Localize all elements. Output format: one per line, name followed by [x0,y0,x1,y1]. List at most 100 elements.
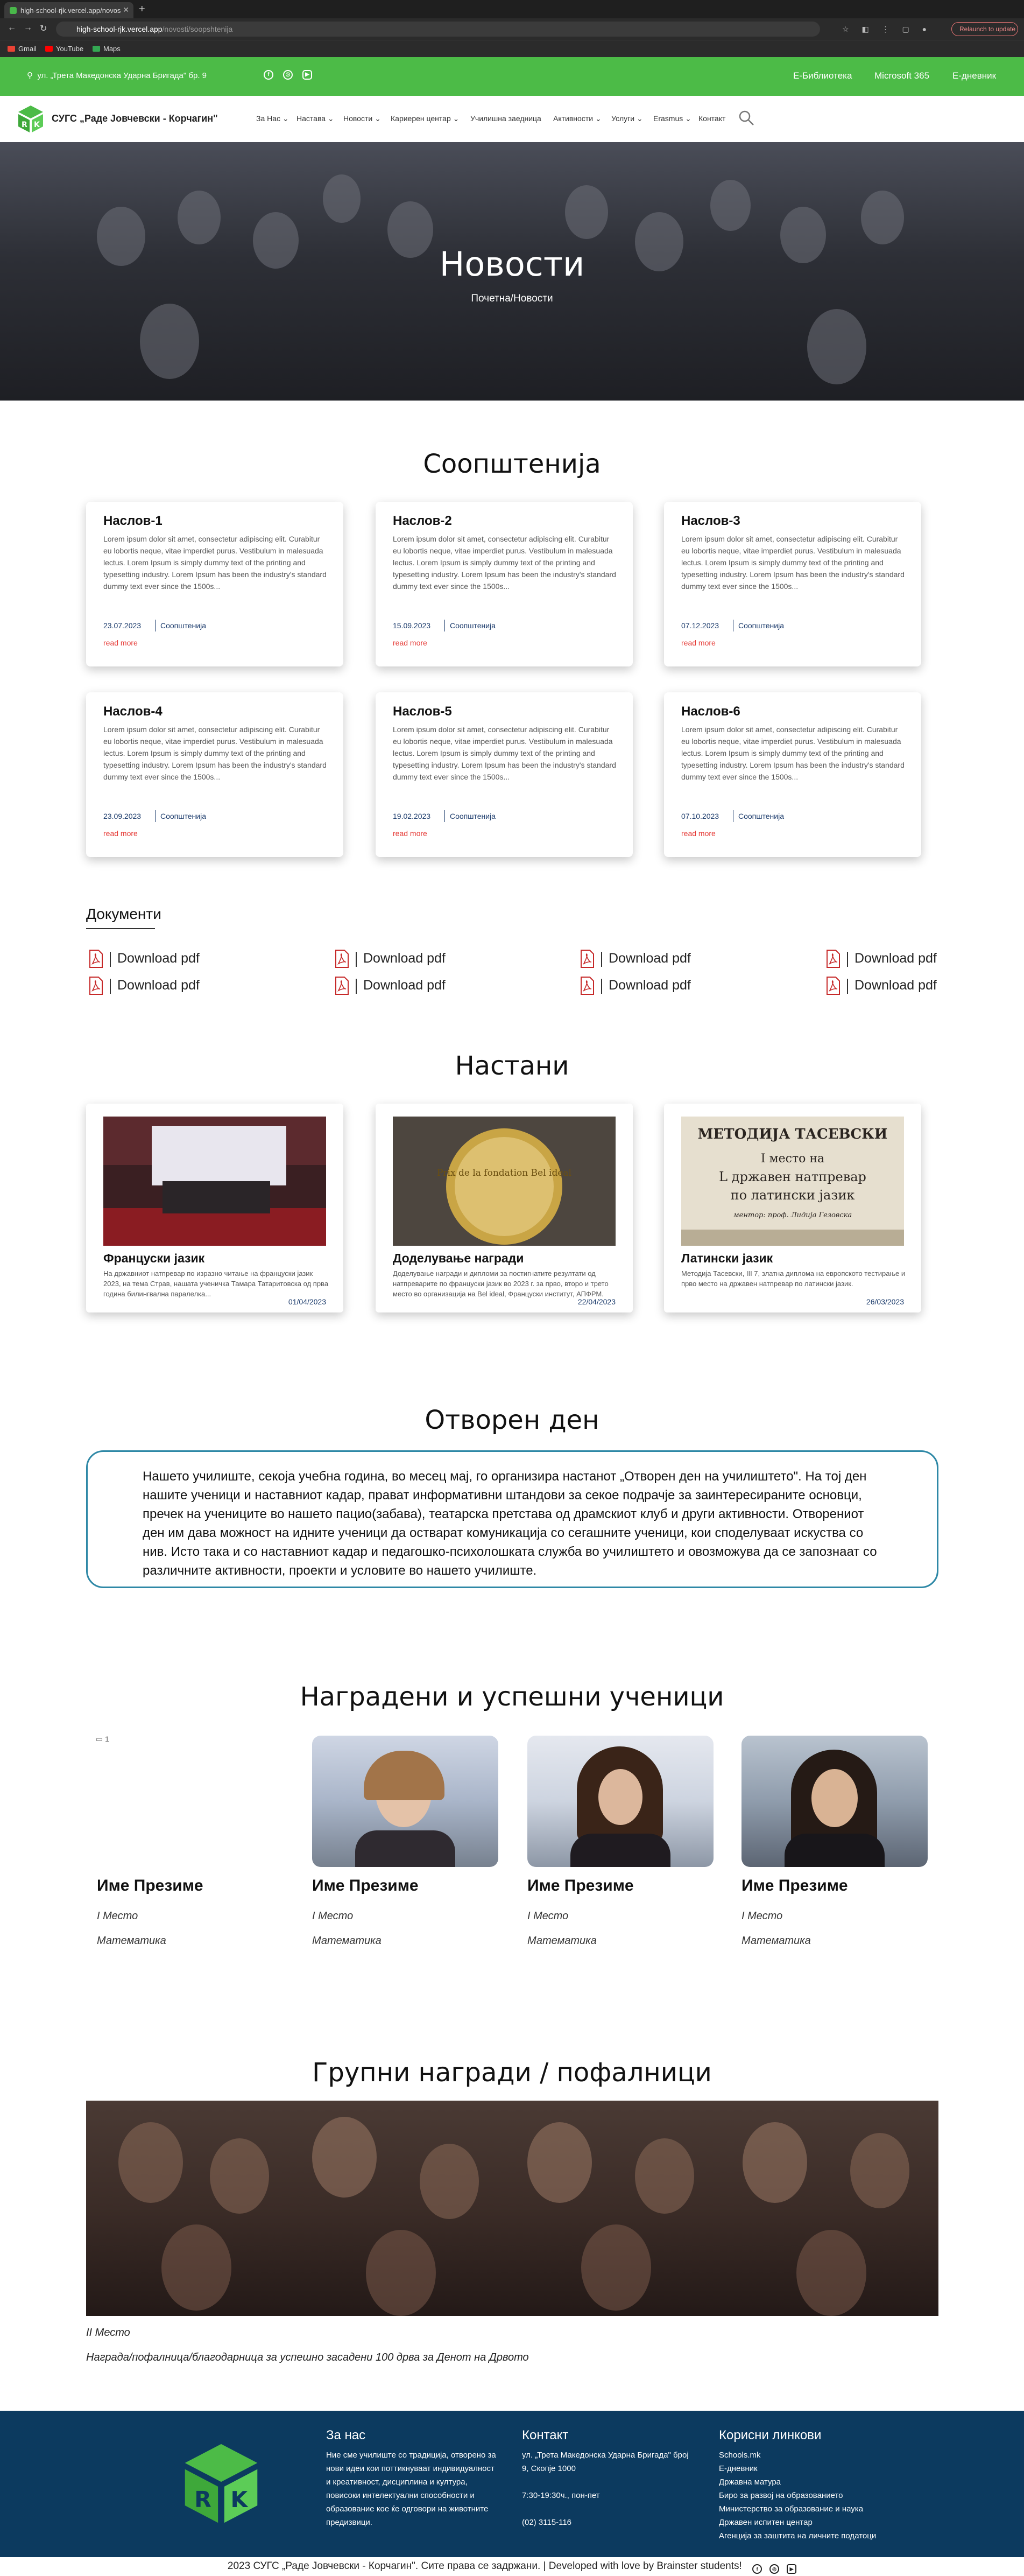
tab-close-icon[interactable]: ✕ [123,5,129,15]
download-pdf-link[interactable]: Download pdf [577,950,707,969]
nav-item-about[interactable]: За Нас ⌄ [256,114,289,123]
read-more-link[interactable]: read more [393,829,427,838]
footer-link[interactable]: Schools.mk [719,2448,876,2462]
school-name[interactable]: СУГС „Раде Јовчевски - Корчагин" [52,113,218,124]
bookmark-gmail[interactable]: Gmail [8,45,37,53]
news-card-category[interactable]: Соопштенија [738,621,784,630]
extension-icons[interactable]: ☆ ◧ ⋮ ▢ ● [842,25,932,34]
news-card-category[interactable]: Соопштенија [450,812,496,820]
news-card[interactable]: Наслов-5 Lorem ipsum dolor sit amet, con… [376,692,633,857]
bookmarks-bar: Gmail YouTube Maps [0,40,1024,57]
event-card[interactable]: Prix de la fondation Bel ideal Доделувањ… [376,1104,633,1312]
nav-item-news[interactable]: Новости ⌄ [343,114,381,123]
news-card-body: Lorem ipsum dolor sit amet, consectetur … [393,725,616,781]
footer-phone[interactable]: (02) 3115-116 [522,2516,689,2529]
footer-link[interactable]: Државна матура [719,2475,876,2489]
broken-image-icon: ▭ 1 [96,1735,109,1743]
nav-item-activities[interactable]: Активности ⌄ [553,114,602,123]
footer-link[interactable]: Агенција за заштита на личните податоци [719,2529,876,2543]
nav-item-teaching[interactable]: Настава ⌄ [296,114,334,123]
chevron-down-icon: ⌄ [595,114,602,123]
student-name: Име Презиме [741,1877,848,1894]
browser-tab[interactable]: high-school-rjk.vercel.app/novos ✕ [4,2,133,18]
pdf-icon [335,950,349,968]
footer-link[interactable]: Министерство за образование и наука [719,2502,876,2516]
news-card-date: 19.02.2023 [393,812,431,820]
e-library-link[interactable]: Е-Библиотека [793,71,852,81]
youtube-icon [45,46,53,52]
read-more-link[interactable]: read more [681,638,716,647]
download-pdf-link[interactable]: Download pdf [823,977,952,996]
read-more-link[interactable]: read more [393,638,427,647]
news-card-category[interactable]: Соопштенија [160,812,206,820]
facebook-icon[interactable]: f [752,2564,762,2574]
browser-toolbar: ← → ↻ high-school-rjk.vercel.app/novosti… [0,18,1024,40]
read-more-link[interactable]: read more [681,829,716,838]
search-icon[interactable] [738,110,754,126]
footer-logo-icon[interactable]: R K [179,2441,264,2526]
news-card[interactable]: Наслов-1 Lorem ipsum dolor sit amet, con… [86,502,343,666]
event-card[interactable]: МЕТОДИЈА ТАСЕВСКИ I место на L државен н… [664,1104,921,1312]
news-card-body: Lorem ipsum dolor sit amet, consectetur … [103,725,327,781]
news-card[interactable]: Наслов-2 Lorem ipsum dolor sit amet, con… [376,502,633,666]
nav-item-erasmus[interactable]: Erasmus ⌄ [653,114,691,123]
footer-link[interactable]: Е-дневник [719,2462,876,2475]
student-subject: Математика [527,1935,597,1947]
download-pdf-link[interactable]: Download pdf [86,950,215,969]
breadcrumb[interactable]: Почетна/Новости [0,293,1024,305]
download-pdf-label: Download pdf [363,951,446,966]
footer-link[interactable]: Биро за развој на образованието [719,2489,876,2502]
news-card-category[interactable]: Соопштенија [160,621,206,630]
student-place: I Место [527,1910,569,1922]
download-pdf-link[interactable]: Download pdf [86,977,215,996]
student-photo [527,1736,714,1867]
group-awards-title: Групни награди / пофалници [312,2058,712,2088]
youtube-icon[interactable]: ▶ [302,70,312,80]
e-diary-link[interactable]: Е-дневник [952,71,996,81]
group-description: Награда/пофалница/благодарница за успешн… [86,2352,529,2363]
footer-link[interactable]: Државен испитен центар [719,2516,876,2529]
svg-text:R: R [22,121,27,129]
read-more-link[interactable]: read more [103,638,138,647]
reload-icon[interactable]: ↻ [40,23,47,34]
news-card-date: 23.09.2023 [103,812,142,820]
bookmark-maps[interactable]: Maps [93,45,121,53]
open-day-title: Отворен ден [425,1405,599,1435]
relaunch-button[interactable]: Relaunch to update [951,22,1018,36]
nav-item-community[interactable]: Училишна заедница [470,114,541,123]
news-card[interactable]: Наслов-6 Lorem ipsum dolor sit amet, con… [664,692,921,857]
address-bar[interactable]: high-school-rjk.vercel.app/novosti/soops… [56,22,820,37]
download-pdf-link[interactable]: Download pdf [332,950,461,969]
download-pdf-link[interactable]: Download pdf [332,977,461,996]
microsoft-365-link[interactable]: Microsoft 365 [874,71,929,81]
event-date: 26/03/2023 [866,1297,904,1306]
news-card-category[interactable]: Соопштенија [738,812,784,820]
event-card[interactable]: Француски јазик На државниот натпревар п… [86,1104,343,1312]
read-more-link[interactable]: read more [103,829,138,838]
divider [110,979,111,994]
social-links: f ◎ ▶ [264,69,322,80]
footer-contact-text: ул. „Трета Македонска Ударна Бригада" бр… [522,2448,689,2529]
facebook-icon[interactable]: f [264,70,273,80]
news-card-category[interactable]: Соопштенија [450,621,496,630]
news-card[interactable]: Наслов-4 Lorem ipsum dolor sit amet, con… [86,692,343,857]
event-body: Доделување награди и дипломи за постигна… [393,1269,609,1298]
back-icon[interactable]: ← [8,23,16,33]
news-card[interactable]: Наслов-3 Lorem ipsum dolor sit amet, con… [664,502,921,666]
page-root: high-school-rjk.vercel.app/novos ✕ + ← →… [0,0,1024,2576]
bookmark-youtube[interactable]: YouTube [45,45,83,53]
nav-item-career[interactable]: Кариерен центар ⌄ [391,114,459,123]
download-pdf-link[interactable]: Download pdf [823,950,952,969]
forward-icon[interactable]: → [24,23,32,33]
svg-text:K: K [34,121,40,129]
nav-item-services[interactable]: Услуги ⌄ [611,114,643,123]
new-tab-icon[interactable]: + [139,3,145,16]
youtube-icon[interactable]: ▶ [787,2564,797,2574]
instagram-icon[interactable]: ◎ [283,70,293,80]
nav-item-contact[interactable]: Контакт [698,114,725,123]
svg-text:R: R [194,2487,211,2512]
svg-text:K: K [231,2487,249,2512]
instagram-icon[interactable]: ◎ [769,2564,780,2574]
download-pdf-link[interactable]: Download pdf [577,977,707,996]
school-logo-icon[interactable]: R K [16,104,45,134]
